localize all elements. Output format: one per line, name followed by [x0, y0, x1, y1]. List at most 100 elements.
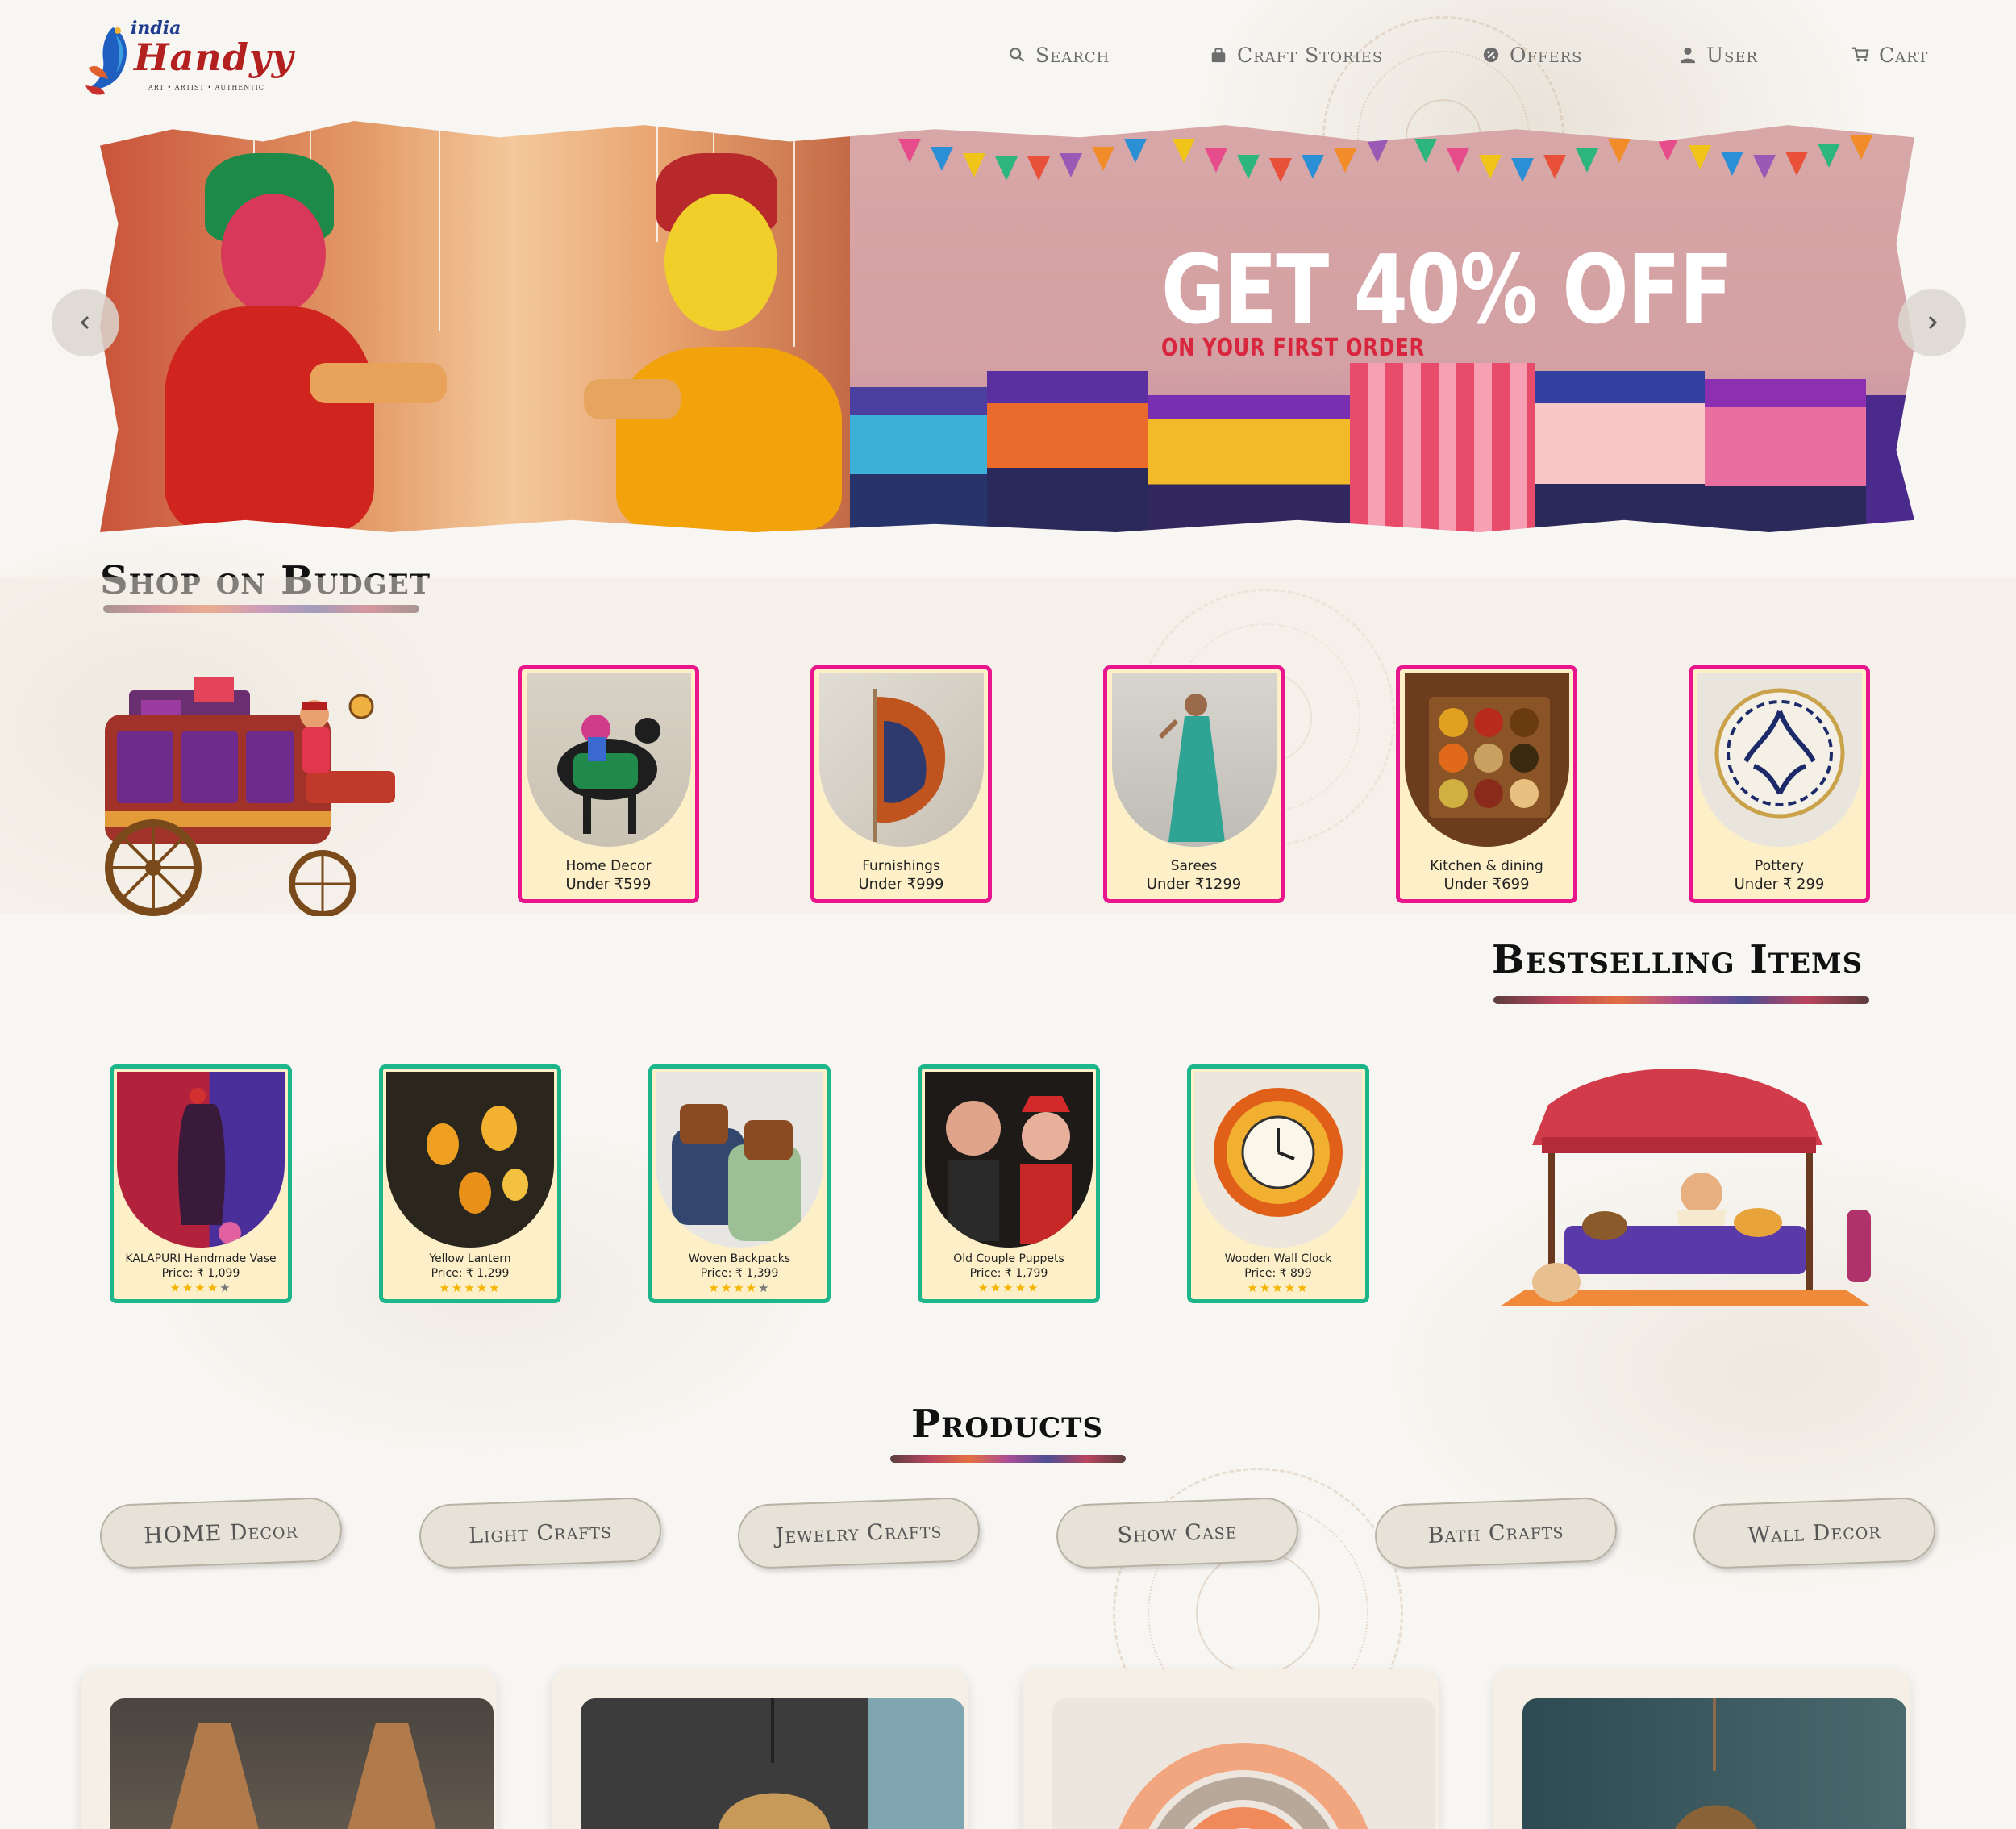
star-filled-icon: ★: [181, 1281, 195, 1295]
star-rating: ★★★★★: [652, 1281, 827, 1295]
star-filled-icon: ★: [1284, 1281, 1297, 1295]
budget-card-price: Under ₹599: [565, 876, 652, 893]
bestseller-card-price: Price: ₹ 899: [1244, 1267, 1312, 1280]
nav-search[interactable]: Search: [1008, 39, 1110, 71]
star-filled-icon: ★: [206, 1281, 220, 1295]
search-icon: [1010, 48, 1025, 63]
products-title-underline: [890, 1455, 1126, 1463]
star-filled-icon: ★: [1297, 1281, 1310, 1295]
nav-cart[interactable]: Cart: [1851, 39, 1928, 71]
nav-craft-stories[interactable]: Craft Stories: [1210, 39, 1383, 71]
star-rating: ★★★★★: [1191, 1281, 1365, 1295]
star-filled-icon: ★: [1027, 1281, 1040, 1295]
star-rating: ★★★★★: [383, 1281, 557, 1295]
bestseller-card-name: Woven Backpacks: [688, 1252, 791, 1265]
star-filled-icon: ★: [1247, 1281, 1260, 1295]
logo-tagline: ART • ARTIST • AUTHENTIC: [148, 84, 264, 91]
budget-card-price: Under ₹699: [1443, 876, 1530, 893]
category-pill-bath-crafts[interactable]: Bath Crafts: [1373, 1496, 1618, 1570]
budget-card-name: Home Decor: [565, 858, 652, 874]
budget-card-image: [1405, 673, 1569, 847]
product-image: [1522, 1698, 1906, 1829]
star-filled-icon: ★: [464, 1281, 477, 1295]
nav-user[interactable]: User: [1679, 39, 1758, 71]
cart-icon: [1851, 47, 1869, 62]
category-pill-show-case[interactable]: Show Case: [1055, 1496, 1300, 1570]
bestseller-card-price: Price: ₹ 1,399: [700, 1267, 779, 1280]
star-empty-icon: ★: [219, 1281, 232, 1295]
category-pill-wall-decor[interactable]: Wall Decor: [1692, 1496, 1937, 1570]
category-pill-light-crafts[interactable]: Light Crafts: [418, 1496, 663, 1570]
chevron-right-icon: [1928, 315, 1938, 330]
star-filled-icon: ★: [439, 1281, 452, 1295]
product-tile[interactable]: [1023, 1669, 1439, 1829]
site-logo[interactable]: india Handyy ART • ARTIST • AUTHENTIC: [81, 11, 293, 100]
product-image: [581, 1698, 964, 1829]
bestseller-card-price: Price: ₹ 1,799: [969, 1267, 1048, 1280]
budget-card-price: Under ₹999: [858, 876, 944, 893]
budget-card-image: [819, 673, 984, 847]
bestseller-card-price: Price: ₹ 1,099: [161, 1267, 240, 1280]
hero-next-button[interactable]: [1898, 289, 1966, 356]
star-filled-icon: ★: [708, 1281, 721, 1295]
bestseller-card-image: [1194, 1072, 1362, 1248]
budget-card-image: [1112, 673, 1277, 847]
star-filled-icon: ★: [977, 1281, 990, 1295]
nav-offers-label: Offers: [1510, 43, 1583, 67]
budget-card-sarees[interactable]: Sarees Under ₹1299: [1103, 665, 1285, 903]
budget-card-name: Furnishings: [862, 858, 940, 874]
budget-card-home-decor[interactable]: Home Decor Under ₹599: [518, 665, 699, 903]
budget-card-image: [1697, 673, 1862, 847]
product-image: [1052, 1698, 1435, 1829]
star-filled-icon: ★: [745, 1281, 759, 1295]
budget-card-price: Under ₹ 299: [1734, 876, 1825, 893]
budget-card-image: [527, 673, 691, 847]
hero-banner[interactable]: GET 40% OFF ON YOUR FIRST ORDER: [100, 121, 1914, 532]
hero-prev-button[interactable]: [52, 289, 119, 356]
bestseller-card-vase[interactable]: KALAPURI Handmade Vase Price: ₹ 1,099 ★★…: [110, 1064, 292, 1303]
bestseller-card-backpacks[interactable]: Woven Backpacks Price: ₹ 1,399 ★★★★★: [648, 1064, 831, 1303]
budget-card-pottery[interactable]: Pottery Under ₹ 299: [1689, 665, 1870, 903]
offer-badge-icon: [1483, 47, 1499, 63]
bestselling-section-title: Bestselling Items: [1492, 937, 1864, 982]
bestseller-card-price: Price: ₹ 1,299: [431, 1267, 510, 1280]
user-icon: [1680, 47, 1696, 64]
nav-search-label: Search: [1035, 43, 1110, 67]
star-filled-icon: ★: [489, 1281, 502, 1295]
star-filled-icon: ★: [720, 1281, 734, 1295]
bestseller-card-image: [117, 1072, 285, 1248]
hero-headline: GET 40% OFF: [1161, 234, 1733, 345]
bestseller-card-wall-clock[interactable]: Wooden Wall Clock Price: ₹ 899 ★★★★★: [1187, 1064, 1369, 1303]
bestseller-card-image: [386, 1072, 554, 1248]
product-tile[interactable]: [1493, 1669, 1910, 1829]
bestseller-card-name: Wooden Wall Clock: [1224, 1252, 1332, 1265]
category-pill-home-decor[interactable]: HOME Decor: [98, 1496, 344, 1570]
budget-card-name: Pottery: [1755, 858, 1804, 874]
nav-offers[interactable]: Offers: [1482, 39, 1583, 71]
bestselling-title-underline: [1493, 996, 1869, 1004]
star-filled-icon: ★: [451, 1281, 464, 1295]
nav-user-label: User: [1706, 43, 1759, 67]
budget-card-furnishings[interactable]: Furnishings Under ₹999: [810, 665, 992, 903]
star-filled-icon: ★: [733, 1281, 746, 1295]
chevron-left-icon: [80, 315, 90, 330]
star-filled-icon: ★: [1259, 1281, 1272, 1295]
bestseller-card-image: [656, 1072, 823, 1248]
bestseller-card-name: Yellow Lantern: [429, 1252, 511, 1265]
category-pill-jewelry-crafts[interactable]: Jewelry Crafts: [736, 1496, 981, 1570]
budget-card-price: Under ₹1299: [1146, 876, 1242, 893]
hero-puppets-photo: [100, 121, 850, 532]
product-tile[interactable]: [81, 1669, 497, 1829]
budget-card-kitchen-dining[interactable]: Kitchen & dining Under ₹699: [1396, 665, 1577, 903]
bestseller-card-image: [925, 1072, 1093, 1248]
star-filled-icon: ★: [1272, 1281, 1285, 1295]
star-filled-icon: ★: [1002, 1281, 1015, 1295]
bestseller-card-lantern[interactable]: Yellow Lantern Price: ₹ 1,299 ★★★★★: [379, 1064, 561, 1303]
star-filled-icon: ★: [1014, 1281, 1028, 1295]
star-rating: ★★★★★: [922, 1281, 1096, 1295]
bestseller-card-puppets[interactable]: Old Couple Puppets Price: ₹ 1,799 ★★★★★: [918, 1064, 1100, 1303]
nav-cart-label: Cart: [1879, 43, 1929, 67]
star-empty-icon: ★: [758, 1281, 771, 1295]
star-filled-icon: ★: [194, 1281, 207, 1295]
product-tile[interactable]: [552, 1669, 968, 1829]
